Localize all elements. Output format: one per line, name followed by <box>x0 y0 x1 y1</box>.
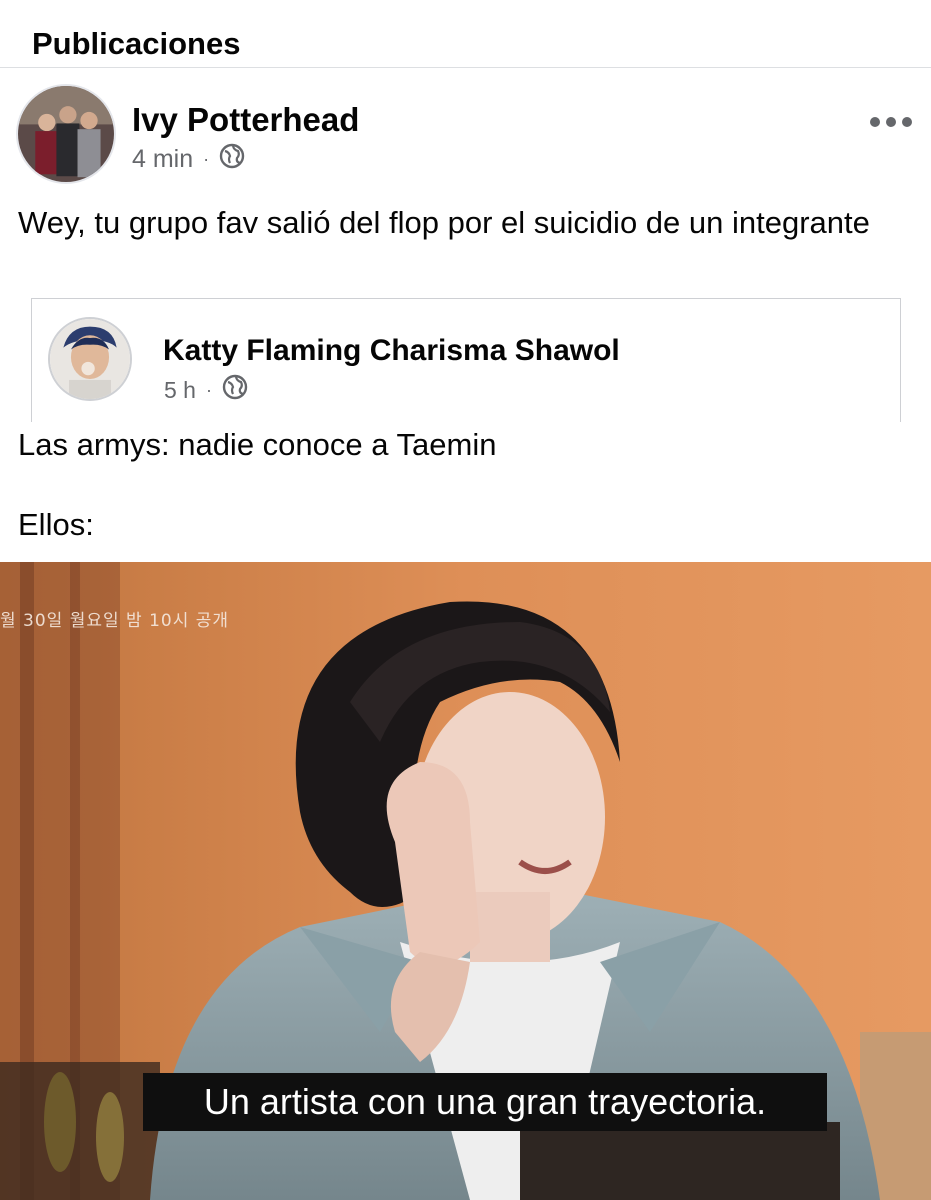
shared-author-avatar[interactable] <box>48 317 132 401</box>
post-photo[interactable]: 월 30일 월요일 밤 10시 공개 Un artista con una gr… <box>0 562 931 1200</box>
avatar-photo <box>50 319 130 399</box>
author-name[interactable]: Ivy Potterhead <box>132 101 359 139</box>
shared-post-text: Las armys: nadie conoce a Taemin Ellos: <box>18 425 898 545</box>
korean-caption: 월 30일 월요일 밤 10시 공개 <box>0 611 230 631</box>
shared-author-name[interactable]: Katty Flaming Charisma Shawol <box>163 334 620 368</box>
publications-header: Publicaciones <box>0 0 931 68</box>
more-dot <box>870 117 880 127</box>
shared-text-line: Las armys: nadie conoce a Taemin <box>18 427 497 462</box>
more-dot <box>902 117 912 127</box>
video-subtitle: Un artista con una gran trayectoria. <box>143 1073 827 1131</box>
author-avatar[interactable] <box>16 84 116 184</box>
globe-icon <box>222 374 248 406</box>
meta-separator: · <box>203 149 210 169</box>
more-dot <box>886 117 896 127</box>
post-text: Wey, tu grupo fav salió del flop por el … <box>18 205 870 240</box>
shared-post-time[interactable]: 5 h <box>164 377 196 404</box>
post-meta: 4 min · <box>132 143 245 176</box>
meta-separator: · <box>205 379 212 400</box>
shared-text-line: Ellos: <box>18 507 94 542</box>
shared-post-card[interactable]: Katty Flaming Charisma Shawol 5 h · <box>31 298 901 422</box>
globe-icon <box>219 143 245 176</box>
post-time[interactable]: 4 min <box>132 145 193 174</box>
shared-post-meta: 5 h · <box>164 374 248 406</box>
page-title: Publicaciones <box>32 26 241 61</box>
avatar-photo <box>18 86 114 182</box>
more-options-icon[interactable] <box>870 112 912 132</box>
